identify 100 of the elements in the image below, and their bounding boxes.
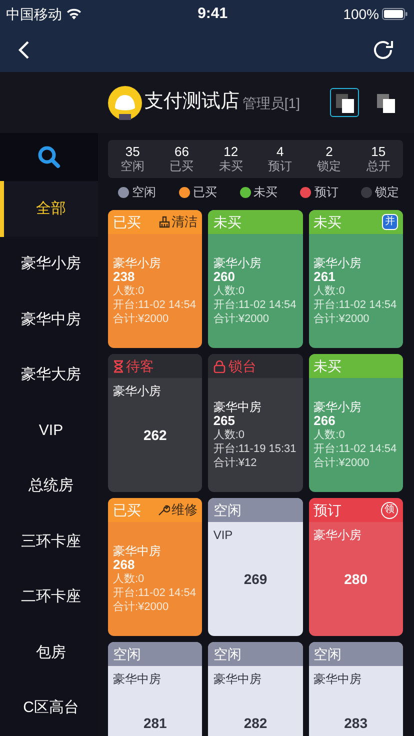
claim-badge: 领 (381, 502, 398, 518)
broom-icon (159, 216, 170, 228)
room-detail: 开台:11-02 14:54 (314, 298, 398, 312)
stat-label: 锁定 (317, 159, 342, 173)
room-detail: 开台:11-19 15:31 (213, 442, 298, 456)
room-card[interactable]: 待客 豪华小房 262 (108, 354, 202, 492)
category-item[interactable]: 豪华大房 (0, 348, 98, 403)
room-detail: 合计:¥12 (213, 456, 258, 470)
legend-label: 空闲 (132, 184, 156, 201)
category-item[interactable]: VIP (0, 403, 98, 458)
room-card[interactable]: 空闲 豪华中房 283 (308, 642, 403, 736)
status-label: 预订 (314, 500, 342, 520)
room-card[interactable]: 已买 维修 豪华中房 268 人数:0 开台:11-02 14:54 合计:¥2000 (108, 498, 202, 636)
room-detail: 人数:0 (113, 572, 146, 586)
stat-count: 2 (326, 145, 333, 159)
battery-percent: 100% (343, 4, 379, 24)
room-type: 豪华中房 (213, 672, 262, 686)
lock-icon (213, 360, 226, 372)
room-card[interactable]: 空闲 VIP 269 (208, 498, 303, 636)
stat-count: 12 (224, 145, 238, 159)
room-number: 268 (113, 558, 136, 572)
room-detail: 开台:11-02 14:54 (213, 298, 298, 312)
stat-label: 已买 (170, 159, 194, 173)
room-detail: 开台:11-02 14:54 (314, 442, 398, 456)
category-item[interactable]: 二环卡座 (0, 570, 98, 625)
room-detail: 合计:¥2000 (113, 312, 170, 326)
stat-label: 总开 (366, 159, 390, 173)
room-number: 260 (213, 270, 236, 284)
room-number: 282 (244, 714, 268, 732)
room-type: 豪华小房 (314, 400, 363, 414)
room-number: 281 (143, 714, 167, 732)
stat-count: 66 (174, 145, 189, 159)
room-detail: 合计:¥2000 (113, 600, 170, 614)
room-type: 豪华小房 (113, 384, 162, 398)
room-type: 豪华中房 (314, 672, 363, 686)
store-name: 支付测试店 (144, 90, 240, 114)
stat-count: 35 (125, 145, 140, 159)
room-card[interactable]: 已买 清洁 豪华小房 238 人数:0 开台:11-02 14:54 合计:¥2000 (108, 210, 202, 348)
category-item[interactable]: C区高台 (0, 680, 98, 736)
merge-badge: 并 (382, 214, 398, 230)
room-number: 262 (143, 426, 167, 444)
room-detail: 人数:0 (213, 284, 246, 298)
category-item[interactable]: 豪华小房 (0, 236, 98, 292)
room-detail: 人数:0 (314, 428, 346, 442)
room-number: 238 (113, 270, 136, 284)
stat-label: 未买 (218, 159, 243, 173)
status-label: 空闲 (113, 644, 141, 664)
room-type: 豪华中房 (113, 672, 162, 686)
tag-label: 维修 (171, 501, 198, 520)
room-detail: 合计:¥2000 (213, 312, 270, 326)
room-type: 豪华小房 (314, 528, 363, 542)
stat-count: 15 (371, 145, 386, 159)
room-type: 豪华小房 (314, 256, 363, 270)
wrench-icon (158, 504, 170, 516)
room-type: 豪华中房 (213, 400, 262, 414)
status-label: 空闲 (314, 644, 342, 664)
legend-label: 预订 (314, 184, 338, 201)
room-number: 265 (213, 414, 236, 428)
status-label: 待客 (126, 356, 154, 376)
room-detail: 开台:11-02 14:54 (113, 586, 197, 600)
search-button[interactable] (36, 144, 62, 170)
category-item[interactable]: 三环卡座 (0, 514, 98, 570)
tag-label: 清洁 (171, 213, 198, 232)
role-label: 管理员[1] (242, 94, 300, 113)
room-card[interactable]: 预订 领 豪华小房 280 (308, 498, 403, 636)
room-detail: 人数:0 (213, 428, 246, 442)
stat-label: 预订 (268, 159, 292, 173)
room-card[interactable]: 空闲 豪华中房 281 (108, 642, 202, 736)
status-label: 已买 (113, 500, 141, 520)
category-item[interactable]: 包房 (0, 625, 98, 680)
room-card[interactable]: 空闲 豪华中房 282 (208, 642, 303, 736)
status-label: 未买 (213, 212, 242, 232)
room-number: 266 (314, 414, 336, 428)
room-detail: 人数:0 (113, 284, 146, 298)
category-item[interactable]: 豪华中房 (0, 292, 98, 348)
status-label: 锁台 (228, 356, 256, 376)
room-card[interactable]: 锁台 豪华中房 265 人数:0 开台:11-19 15:31 合计:¥12 (208, 354, 303, 492)
room-card[interactable]: 未买 并 豪华小房 261 人数:0 开台:11-02 14:54 合计:¥2000 (308, 210, 403, 348)
avatar-icon (108, 86, 142, 120)
status-label: 空闲 (213, 500, 242, 520)
carrier-name: 中国移动 (6, 4, 62, 24)
room-detail: 合计:¥2000 (314, 456, 370, 470)
category-item[interactable]: 总统房 (0, 458, 98, 514)
room-number: 261 (314, 270, 336, 284)
legend-label: 未买 (254, 184, 278, 201)
room-type: 豪华小房 (113, 256, 162, 270)
hourglass-icon (113, 360, 124, 372)
stat-count: 4 (276, 145, 284, 159)
room-detail: 合计:¥2000 (314, 312, 370, 326)
room-number: 283 (344, 714, 368, 732)
status-label: 未买 (314, 356, 342, 376)
clock-time: 9:41 (198, 4, 228, 24)
stat-label: 空闲 (120, 159, 145, 173)
room-detail: 开台:11-02 14:54 (113, 298, 197, 312)
legend-label: 已买 (192, 184, 217, 201)
category-item[interactable]: 全部 (0, 181, 98, 236)
room-type: 豪华中房 (113, 544, 162, 558)
view-toggle[interactable] (330, 88, 359, 117)
room-number: 280 (344, 570, 368, 588)
legend-label: 锁定 (375, 184, 399, 201)
